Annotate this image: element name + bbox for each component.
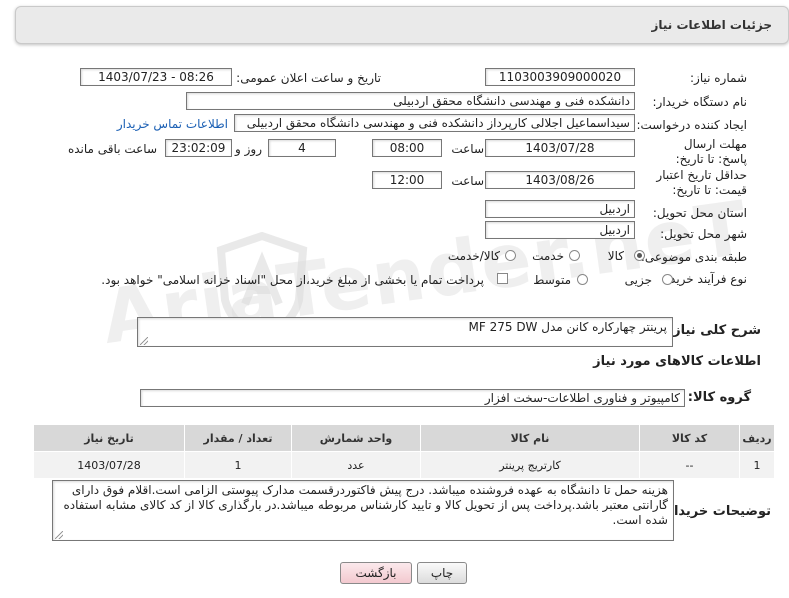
cell-date: 1403/07/28	[33, 451, 185, 479]
validity-time-field[interactable]: 12:00	[372, 171, 442, 189]
treasury-payment-note: پرداخت تمام یا بخشی از مبلغ خرید،از محل …	[101, 273, 484, 287]
city-field[interactable]: اردبیل	[485, 221, 635, 239]
buyer-notes-text: هزینه حمل تا دانشگاه به عهده فروشنده میب…	[63, 483, 668, 527]
buyer-notes-label: توضیحات خریدار:	[661, 504, 771, 519]
validity-date-field[interactable]: 1403/08/26	[485, 171, 635, 189]
reply-deadline-label: مهلت ارسال پاسخ: تا تاریخ:	[675, 137, 747, 166]
cell-unit: عدد	[291, 451, 421, 479]
cell-row: 1	[739, 451, 775, 479]
validity-label: حداقل تاریخ اعتبار قیمت: تا تاریخ:	[656, 168, 747, 197]
province-field[interactable]: اردبیل	[485, 200, 635, 218]
back-button[interactable]: بازگشت	[340, 562, 412, 584]
category-radio-goods[interactable]	[634, 250, 645, 261]
category-radio-goods-service[interactable]	[505, 250, 516, 261]
col-qty: تعداد / مقدار	[184, 424, 292, 452]
remaining-label: ساعت باقی مانده	[67, 142, 157, 156]
summary-textarea[interactable]: پرینتر چهارکاره کانن مدل MF 275 DW	[137, 317, 673, 347]
buyer-org-label: نام دستگاه خریدار:	[652, 95, 748, 109]
reply-date-field[interactable]: 1403/07/28	[485, 139, 635, 157]
page-title: جزئیات اطلاعات نیاز	[651, 18, 772, 32]
resize-grip-icon[interactable]	[140, 337, 148, 345]
category-option-goods-service: کالا/خدمت	[447, 249, 500, 263]
col-unit: واحد شمارش	[291, 424, 421, 452]
category-label: طبقه بندی موضوعی:	[640, 250, 747, 264]
summary-label: شرح کلی نیاز:	[667, 323, 761, 338]
process-radio-medium[interactable]	[577, 274, 588, 285]
col-row: ردیف	[739, 424, 775, 452]
goods-group-field[interactable]: کامپیوتر و فناوری اطلاعات-سخت افزار	[140, 389, 685, 407]
contact-buyer-link[interactable]: اطلاعات تماس خریدار	[117, 117, 228, 131]
process-radio-partial[interactable]	[662, 274, 673, 285]
creator-label: ایجاد کننده درخواست:	[636, 118, 747, 132]
need-number-label: شماره نیاز:	[690, 71, 747, 85]
category-option-service: خدمت	[532, 249, 564, 263]
process-option-partial: جزیی	[624, 273, 652, 287]
reply-time-label: ساعت	[451, 142, 484, 156]
col-date: تاریخ نیاز	[33, 424, 185, 452]
city-label: شهر محل تحویل:	[660, 227, 747, 241]
reply-time-field[interactable]: 08:00	[372, 139, 442, 157]
buyer-notes-textarea[interactable]: هزینه حمل تا دانشگاه به عهده فروشنده میب…	[52, 480, 674, 541]
col-name: نام کالا	[420, 424, 640, 452]
validity-time-label: ساعت	[451, 174, 484, 188]
days-field[interactable]: 4	[268, 139, 336, 157]
cell-qty: 1	[184, 451, 292, 479]
goods-table-header: ردیف کد کالا نام کالا واحد شمارش تعداد /…	[33, 424, 775, 452]
province-label: استان محل تحویل:	[652, 206, 747, 220]
announce-field[interactable]: 1403/07/23 - 08:26	[80, 68, 232, 86]
header-panel: جزئیات اطلاعات نیاز	[15, 6, 789, 44]
remaining-time-field[interactable]: 23:02:09	[165, 139, 232, 157]
col-code: کد کالا	[639, 424, 740, 452]
category-radio-service[interactable]	[569, 250, 580, 261]
resize-grip-icon[interactable]	[55, 531, 63, 539]
buyer-org-field[interactable]: دانشکده فنی و مهندسی دانشگاه محقق اردبیل…	[186, 92, 635, 110]
process-option-medium: متوسط	[533, 273, 571, 287]
cell-code: --	[639, 451, 740, 479]
treasury-payment-checkbox[interactable]	[497, 273, 508, 284]
summary-text: پرینتر چهارکاره کانن مدل MF 275 DW	[468, 320, 667, 334]
announce-label: تاریخ و ساعت اعلان عمومی:	[236, 71, 381, 85]
process-label: نوع فرآیند خرید :	[662, 272, 747, 286]
days-label: روز و	[235, 142, 262, 156]
print-button[interactable]: چاپ	[417, 562, 467, 584]
cell-name: کارتریج پرینتر	[420, 451, 640, 479]
creator-field[interactable]: سیداسماعیل اجلالی کارپرداز دانشکده فنی و…	[234, 114, 635, 132]
goods-group-label: گروه کالا:	[687, 390, 751, 405]
need-number-field[interactable]: 1103003909000020	[485, 68, 635, 86]
goods-section-title: اطلاعات کالاهای مورد نیاز	[593, 354, 761, 369]
table-row[interactable]: 1 -- کارتریج پرینتر عدد 1 1403/07/28	[33, 451, 775, 479]
goods-table: ردیف کد کالا نام کالا واحد شمارش تعداد /…	[33, 424, 775, 479]
category-option-goods: کالا	[607, 249, 624, 263]
